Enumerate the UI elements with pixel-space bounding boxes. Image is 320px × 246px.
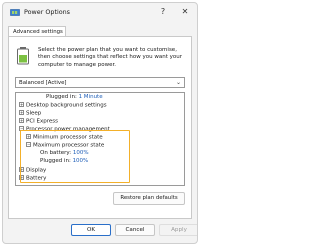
setting-label: Plugged in: (46, 94, 77, 100)
processor-settings-highlight (20, 130, 130, 183)
window-title: Power Options (24, 8, 71, 16)
cancel-button[interactable]: Cancel (115, 224, 155, 236)
power-plan-selected: Balanced [Active] (19, 80, 67, 86)
close-button[interactable]: ✕ (180, 7, 190, 16)
expand-icon[interactable]: + (19, 102, 24, 107)
apply-button[interactable]: Apply (159, 224, 197, 236)
tree-row-sleep[interactable]: + Sleep (19, 110, 41, 118)
power-options-icon (10, 9, 20, 16)
battery-info-icon (17, 47, 29, 65)
power-options-window: Power Options ? ✕ Advanced settings Sele… (2, 2, 198, 244)
tree-row-desktop-background[interactable]: + Desktop background settings (19, 102, 107, 110)
info-description: Select the power plan that you want to c… (38, 47, 182, 68)
power-plan-dropdown[interactable]: Balanced [Active] ⌄ (15, 77, 185, 88)
advanced-settings-panel: Select the power plan that you want to c… (8, 36, 192, 219)
tree-row-pci-express[interactable]: + PCI Express (19, 118, 58, 126)
chevron-down-icon: ⌄ (175, 79, 181, 86)
tree-row-plugged-in-partial[interactable]: Plugged in: 1 Minute (46, 94, 103, 102)
expand-icon[interactable]: + (19, 118, 24, 123)
setting-label: PCI Express (26, 118, 59, 125)
title-bar: Power Options ? ✕ (3, 3, 197, 23)
setting-label: Desktop background settings (26, 102, 107, 109)
expand-icon[interactable]: + (19, 110, 24, 115)
help-button[interactable]: ? (158, 7, 168, 16)
setting-value-link[interactable]: 1 Minute (79, 94, 103, 100)
ok-button[interactable]: OK (71, 224, 111, 236)
restore-plan-defaults-button[interactable]: Restore plan defaults (113, 192, 185, 205)
setting-label: Sleep (26, 110, 42, 117)
